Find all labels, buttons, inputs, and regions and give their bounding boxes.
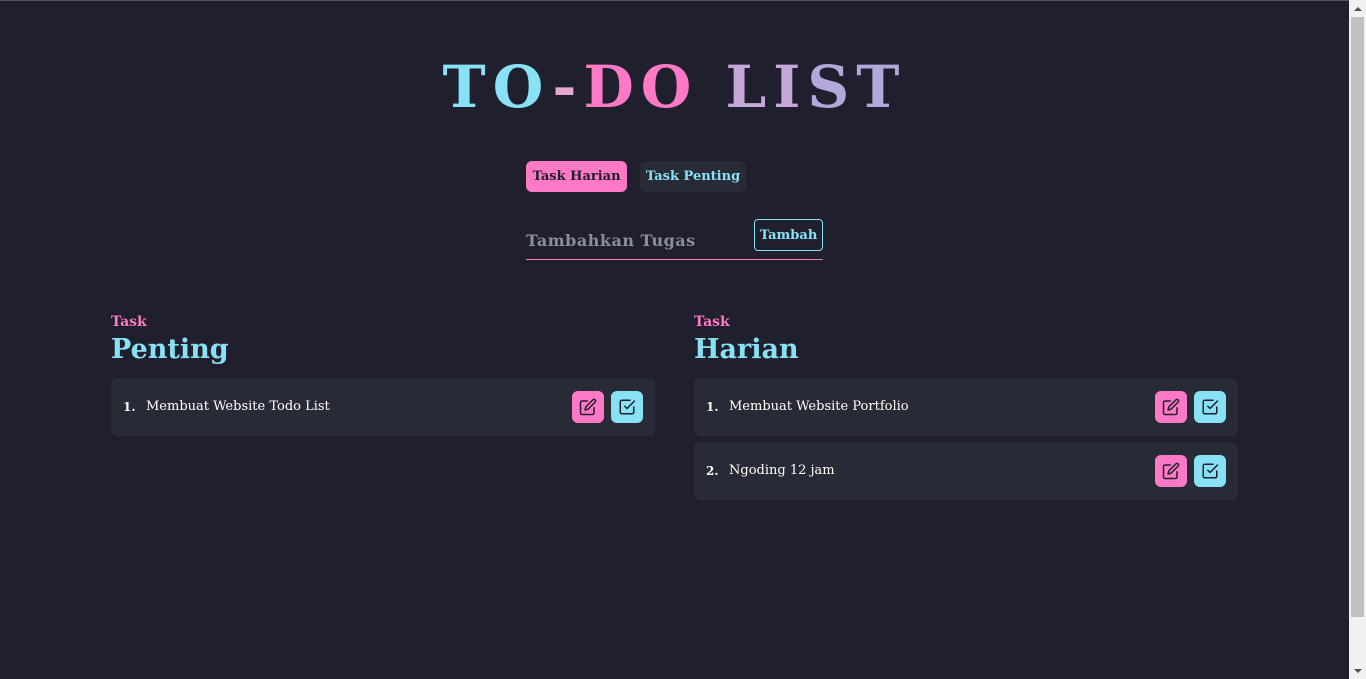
column-heading: Penting bbox=[111, 334, 229, 365]
edit-task-button[interactable] bbox=[572, 391, 604, 423]
edit-icon bbox=[1162, 398, 1180, 416]
edit-task-button[interactable] bbox=[1155, 455, 1187, 487]
task-list: 1. Membuat Website Portfolio 2. Ngoding … bbox=[694, 378, 1238, 500]
window-top-border bbox=[0, 0, 1366, 1]
column-heading: Harian bbox=[694, 334, 799, 365]
edit-icon bbox=[579, 398, 597, 416]
scrollbar-thumb[interactable] bbox=[1351, 17, 1364, 617]
task-input-group: Tambah bbox=[526, 218, 823, 260]
task-text: Ngoding 12 jam bbox=[729, 463, 835, 478]
task-item: 1. Membuat Website Todo List bbox=[111, 378, 655, 436]
check-square-icon bbox=[619, 399, 636, 415]
task-number: 1. bbox=[123, 400, 136, 414]
complete-task-button[interactable] bbox=[1194, 455, 1226, 487]
task-item: 2. Ngoding 12 jam bbox=[694, 442, 1238, 500]
complete-task-button[interactable] bbox=[1194, 391, 1226, 423]
task-number: 1. bbox=[706, 400, 719, 414]
title-part-to: TO bbox=[442, 53, 553, 121]
tab-task-harian[interactable]: Task Harian bbox=[526, 161, 627, 192]
app-title: TO-DO LIST bbox=[0, 52, 1349, 122]
task-item: 1. Membuat Website Portfolio bbox=[694, 378, 1238, 436]
vertical-scrollbar[interactable] bbox=[1349, 0, 1366, 679]
title-dash: - bbox=[552, 53, 584, 121]
column-label-small: Task bbox=[694, 314, 730, 330]
edit-icon bbox=[1162, 462, 1180, 480]
title-part-li: LI bbox=[725, 53, 808, 121]
column-task-harian: Task Harian 1. Membuat Website Portfolio… bbox=[694, 312, 1238, 506]
task-text: Membuat Website Portfolio bbox=[729, 399, 909, 414]
add-task-button[interactable]: Tambah bbox=[754, 219, 823, 251]
complete-task-button[interactable] bbox=[611, 391, 643, 423]
scroll-up-arrow-icon[interactable] bbox=[1349, 0, 1366, 17]
title-part-do: DO bbox=[583, 53, 699, 121]
tab-task-penting[interactable]: Task Penting bbox=[640, 161, 746, 192]
task-text: Membuat Website Todo List bbox=[146, 399, 330, 414]
edit-task-button[interactable] bbox=[1155, 391, 1187, 423]
column-label-small: Task bbox=[111, 314, 147, 330]
column-task-penting: Task Penting 1. Membuat Website Todo Lis… bbox=[111, 312, 655, 442]
page: TO-DO LIST Task Harian Task Penting Tamb… bbox=[0, 0, 1349, 679]
title-part-st: ST bbox=[807, 53, 907, 121]
scroll-down-arrow-icon[interactable] bbox=[1349, 662, 1366, 679]
task-list: 1. Membuat Website Todo List bbox=[111, 378, 655, 436]
check-square-icon bbox=[1202, 399, 1219, 415]
task-number: 2. bbox=[706, 464, 719, 478]
check-square-icon bbox=[1202, 463, 1219, 479]
task-input[interactable] bbox=[526, 227, 746, 253]
